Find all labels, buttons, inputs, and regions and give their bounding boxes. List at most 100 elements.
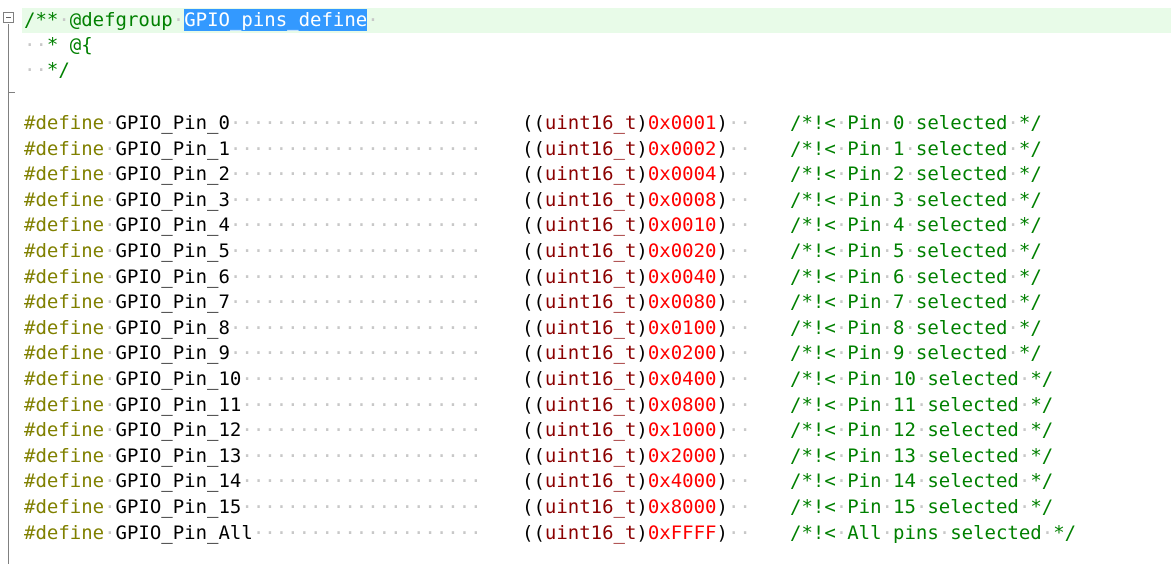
define-line[interactable]: #define·GPIO_Pin_9······················… [24, 341, 1042, 366]
hex-value: 0x0002 [647, 137, 717, 160]
define-keyword: #define [24, 316, 105, 339]
inline-comment: /*!<·Pin·3·selected·*/ [790, 188, 1042, 211]
cast-type: uint16_t [544, 419, 637, 442]
comment-line: * @{ [46, 34, 93, 56]
cast-type: uint16_t [544, 188, 637, 211]
code-line-3[interactable]: ··*/ [24, 58, 70, 83]
macro-value: ((uint16_t)0x0002)·· [522, 137, 751, 160]
macro-name: GPIO_Pin_1 [115, 137, 230, 160]
define-line[interactable]: #define·GPIO_Pin_10·····················… [24, 367, 1053, 392]
macro-name: GPIO_Pin_5 [115, 240, 230, 262]
define-keyword: #define [24, 342, 105, 365]
code-line-2[interactable]: ··* @{ [24, 33, 93, 58]
inline-comment: /*!<·Pin·14·selected·*/ [790, 470, 1054, 493]
macro-name: GPIO_Pin_12 [115, 419, 242, 442]
hex-value: 0x2000 [647, 444, 717, 467]
comment-close: */ [46, 59, 70, 81]
hex-value: 0xFFFF [647, 521, 717, 544]
macro-name: GPIO_Pin_8 [115, 316, 230, 339]
inline-comment: /*!<·Pin·4·selected·*/ [790, 214, 1042, 237]
define-keyword: #define [24, 240, 105, 262]
define-line[interactable]: #define·GPIO_Pin_0······················… [24, 111, 1042, 136]
define-keyword: #define [24, 265, 105, 288]
define-keyword: #define [24, 393, 105, 416]
inline-comment: /*!<·Pin·10·selected·*/ [790, 368, 1054, 390]
cast-type: uint16_t [544, 368, 637, 390]
define-line[interactable]: #define·GPIO_Pin_6······················… [24, 265, 1042, 290]
macro-value: ((uint16_t)0x8000)·· [522, 496, 751, 518]
macro-value: ((uint16_t)0x0020)·· [522, 240, 751, 262]
inline-comment: /*!<·Pin·5·selected·*/ [790, 240, 1042, 262]
define-line[interactable]: #define·GPIO_Pin_All····················… [24, 521, 1076, 546]
hex-value: 0x0800 [647, 393, 717, 416]
define-keyword: #define [24, 137, 105, 160]
macro-name: GPIO_Pin_9 [115, 342, 230, 365]
define-keyword: #define [24, 291, 105, 314]
hex-value: 0x0020 [647, 240, 717, 262]
hex-value: 0x0080 [647, 291, 717, 314]
define-line[interactable]: #define·GPIO_Pin_14·····················… [24, 469, 1053, 494]
macro-name: GPIO_Pin_10 [115, 368, 242, 390]
inline-comment: /*!<·Pin·11·selected·*/ [790, 393, 1054, 416]
macro-value: ((uint16_t)0x0200)·· [522, 342, 751, 365]
define-keyword: #define [24, 470, 105, 493]
inline-comment: /*!<·Pin·2·selected·*/ [790, 163, 1042, 186]
hex-value: 0x0008 [647, 188, 717, 211]
macro-value: ((uint16_t)0x0010)·· [522, 214, 751, 237]
define-line[interactable]: #define·GPIO_Pin_8······················… [24, 316, 1042, 341]
macro-value: ((uint16_t)0x0100)·· [522, 316, 751, 339]
define-line[interactable]: #define·GPIO_Pin_7······················… [24, 290, 1042, 315]
macro-value: ((uint16_t)0x0004)·· [522, 163, 751, 186]
define-keyword: #define [24, 521, 105, 544]
macro-value: ((uint16_t)0x0008)·· [522, 188, 751, 211]
inline-comment: /*!<·Pin·15·selected·*/ [790, 496, 1054, 518]
define-line[interactable]: #define·GPIO_Pin_4······················… [24, 213, 1042, 238]
define-keyword: #define [24, 163, 105, 186]
inline-comment: /*!<·Pin·13·selected·*/ [790, 444, 1054, 467]
define-keyword: #define [24, 214, 105, 237]
macro-value: ((uint16_t)0x0040)·· [522, 265, 751, 288]
cast-type: uint16_t [544, 316, 637, 339]
define-keyword: #define [24, 368, 105, 390]
macro-value: ((uint16_t)0x0080)·· [522, 291, 751, 314]
cast-type: uint16_t [544, 496, 637, 518]
inline-comment: /*!<·Pin·9·selected·*/ [790, 342, 1042, 365]
macro-name: GPIO_Pin_7 [115, 291, 230, 314]
inline-comment: /*!<·Pin·12·selected·*/ [790, 419, 1054, 442]
define-line[interactable]: #define·GPIO_Pin_5······················… [24, 239, 1042, 264]
cast-type: uint16_t [544, 137, 637, 160]
inline-comment: /*!<·Pin·1·selected·*/ [790, 137, 1042, 160]
define-keyword: #define [24, 419, 105, 442]
fold-collapse-icon[interactable] [3, 12, 14, 23]
cast-type: uint16_t [544, 240, 637, 262]
hex-value: 0x0400 [647, 368, 717, 390]
hex-value: 0x0004 [647, 163, 717, 186]
macro-value: ((uint16_t)0x2000)·· [522, 444, 751, 467]
inline-comment: /*!<·Pin·8·selected·*/ [790, 316, 1042, 339]
define-line[interactable]: #define·GPIO_Pin_11·····················… [24, 393, 1053, 418]
define-line[interactable]: #define·GPIO_Pin_3······················… [24, 188, 1042, 213]
macro-name: GPIO_Pin_All [115, 521, 253, 544]
comment-open: /** [24, 9, 59, 31]
define-line[interactable]: #define·GPIO_Pin_2······················… [24, 162, 1042, 187]
macro-name: GPIO_Pin_3 [115, 188, 230, 211]
fold-gutter [0, 0, 22, 564]
define-line[interactable]: #define·GPIO_Pin_13·····················… [24, 444, 1053, 469]
cast-type: uint16_t [544, 291, 637, 314]
cast-type: uint16_t [544, 214, 637, 237]
define-line[interactable]: #define·GPIO_Pin_12·····················… [24, 418, 1053, 443]
code-line-header[interactable]: /**·@defgroup·GPIO_pins_define· [22, 8, 1171, 33]
macro-value: ((uint16_t)0x1000)·· [522, 419, 751, 442]
cast-type: uint16_t [544, 265, 637, 288]
define-line[interactable]: #define·GPIO_Pin_1······················… [24, 137, 1042, 162]
cast-type: uint16_t [544, 112, 637, 134]
inline-comment: /*!<·Pin·7·selected·*/ [790, 291, 1042, 314]
inline-comment: /*!<·Pin·0·selected·*/ [790, 112, 1042, 134]
hex-value: 0x1000 [647, 419, 717, 442]
macro-value: ((uint16_t)0x0800)·· [522, 393, 751, 416]
define-keyword: #define [24, 188, 105, 211]
selected-text[interactable]: GPIO_pins_define [184, 9, 368, 31]
define-line[interactable]: #define·GPIO_Pin_15·····················… [24, 495, 1053, 520]
hex-value: 0x0001 [647, 112, 717, 134]
cast-type: uint16_t [544, 521, 637, 544]
